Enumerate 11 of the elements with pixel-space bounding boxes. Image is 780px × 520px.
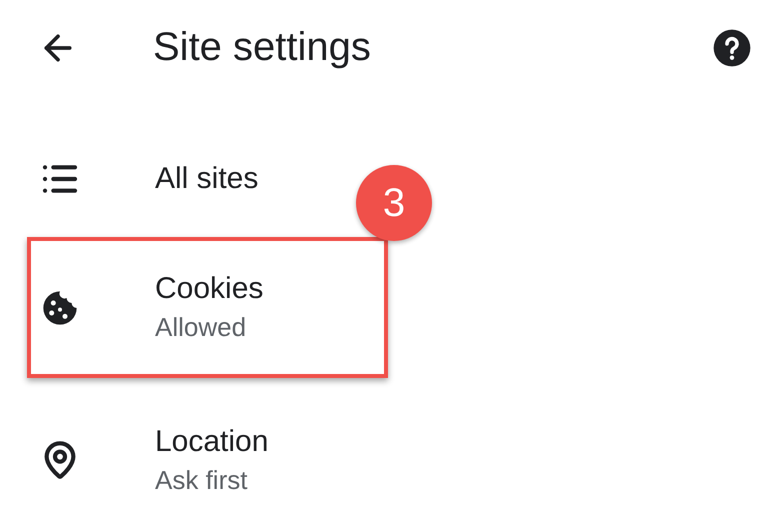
- setting-title: All sites: [155, 162, 258, 196]
- setting-title: Location: [155, 424, 268, 458]
- settings-row[interactable]: Location Ask first: [0, 400, 288, 520]
- setting-title: Cookies: [155, 272, 264, 306]
- help-icon[interactable]: [712, 28, 752, 68]
- settings-row[interactable]: All sites: [0, 120, 278, 237]
- setting-status: Allowed: [155, 312, 248, 343]
- step-badge: 3: [356, 165, 432, 241]
- settings-row[interactable]: Cookies Allowed: [31, 241, 384, 374]
- setting-status: Ask first: [155, 464, 248, 496]
- page-title: Site settings: [153, 25, 372, 70]
